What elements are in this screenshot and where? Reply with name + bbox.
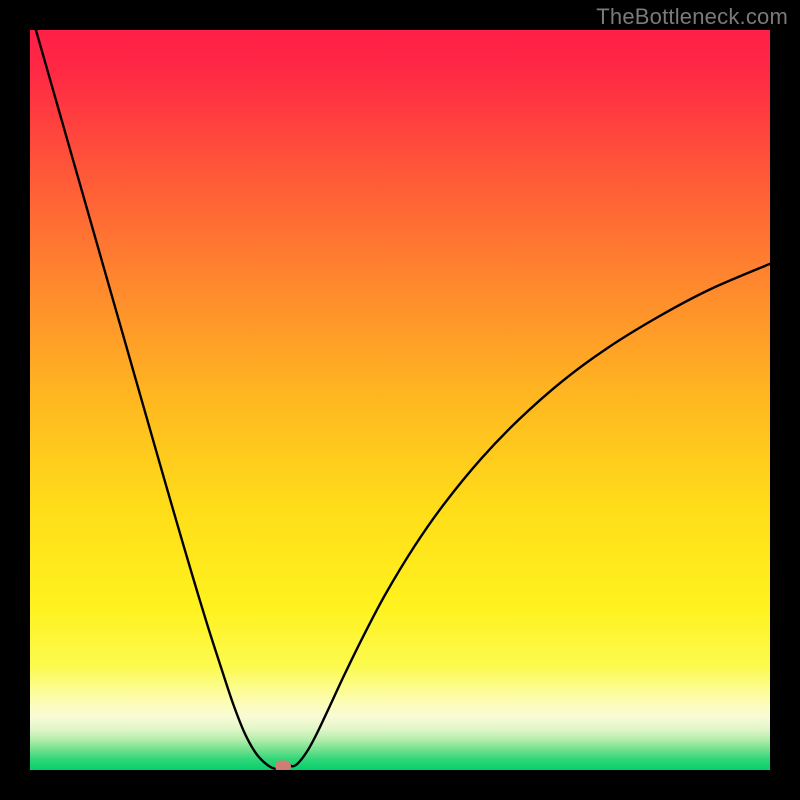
bottleneck-curve xyxy=(36,30,770,769)
plot-area xyxy=(30,30,770,770)
chart-frame: TheBottleneck.com xyxy=(0,0,800,800)
minimum-marker-icon xyxy=(275,761,291,770)
curve-layer xyxy=(30,30,770,770)
watermark-text: TheBottleneck.com xyxy=(596,4,788,30)
